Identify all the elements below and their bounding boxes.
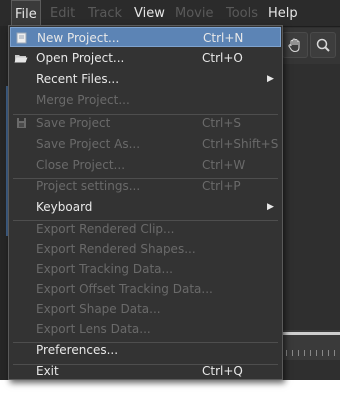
menu-item-label: Open Project... (36, 51, 125, 65)
menu-item-shortcut: Ctrl+Shift+S (202, 137, 279, 151)
application-window: File Edit Track View Movie Tools Help Ne… (0, 0, 363, 395)
menu-item-label: Export Lens Data... (36, 322, 151, 336)
toolbar (278, 28, 340, 64)
zoom-icon[interactable] (310, 32, 336, 58)
menu-item-shortcut: Ctrl+Q (202, 364, 243, 378)
menu-item-project-settings[interactable]: Project settings... Ctrl+P (10, 176, 281, 196)
menu-item-label: Project settings... (36, 179, 141, 193)
menu-help[interactable]: Help (268, 0, 298, 26)
menu-item-label: Close Project... (36, 158, 126, 172)
menu-item-label: Recent Files... (36, 72, 120, 86)
menu-item-export-offset-tracking-data[interactable]: Export Offset Tracking Data... (10, 279, 281, 299)
menu-item-shortcut: Ctrl+N (203, 31, 244, 45)
menu-item-recent-files[interactable]: Recent Files... ▶ (10, 69, 281, 89)
menubar: File Edit Track View Movie Tools Help (0, 0, 340, 27)
submenu-arrow-icon: ▶ (267, 202, 274, 212)
timeline-ticks (280, 350, 340, 356)
menu-item-label: Save Project As... (36, 137, 141, 151)
menu-view[interactable]: View (134, 0, 165, 26)
menu-track[interactable]: Track (88, 0, 122, 26)
menu-movie[interactable]: Movie (175, 0, 213, 26)
folder-open-icon (14, 52, 28, 64)
menu-item-label: New Project... (37, 31, 120, 45)
menu-item-shortcut: Ctrl+O (202, 51, 243, 65)
menu-item-label: Export Rendered Clip... (36, 222, 175, 236)
menu-item-save-project-as[interactable]: Save Project As... Ctrl+Shift+S (10, 134, 281, 154)
menu-file[interactable]: File (11, 0, 41, 26)
new-project-icon (15, 32, 29, 44)
menu-item-label: Export Offset Tracking Data... (36, 282, 213, 296)
menu-item-label: Export Tracking Data... (36, 262, 173, 276)
menu-item-shortcut: Ctrl+W (202, 158, 246, 172)
menu-item-export-rendered-shapes[interactable]: Export Rendered Shapes... (10, 239, 281, 259)
menu-item-label: Save Project (36, 116, 111, 130)
timeline-strip (280, 330, 340, 360)
menu-item-export-tracking-data[interactable]: Export Tracking Data... (10, 259, 281, 279)
menu-item-merge-project[interactable]: Merge Project... (10, 90, 281, 110)
menu-item-shortcut: Ctrl+P (202, 179, 241, 193)
menu-item-preferences[interactable]: Preferences... (10, 340, 281, 360)
submenu-arrow-icon: ▶ (267, 74, 274, 84)
menu-item-label: Keyboard (36, 200, 93, 214)
file-menu: New Project... Ctrl+N Open Project... Ct… (8, 25, 283, 380)
menu-item-close-project[interactable]: Close Project... Ctrl+W (10, 155, 281, 175)
menu-item-label: Preferences... (36, 343, 119, 357)
menu-item-shortcut: Ctrl+S (202, 116, 242, 130)
hand-icon[interactable] (282, 32, 308, 58)
timeline-line (280, 332, 340, 335)
menu-item-label: Merge Project... (36, 93, 130, 107)
menu-item-exit[interactable]: Exit Ctrl+Q (10, 361, 281, 381)
menu-item-new-project[interactable]: New Project... Ctrl+N (10, 27, 281, 47)
main-window: File Edit Track View Movie Tools Help Ne… (0, 0, 340, 380)
menu-item-label: Export Rendered Shapes... (36, 242, 196, 256)
menu-item-export-rendered-clip[interactable]: Export Rendered Clip... (10, 219, 281, 239)
menu-item-export-shape-data[interactable]: Export Shape Data... (10, 299, 281, 319)
menu-item-keyboard[interactable]: Keyboard ▶ (10, 197, 281, 217)
menu-item-label: Export Shape Data... (36, 302, 161, 316)
menu-edit[interactable]: Edit (50, 0, 75, 26)
menu-item-export-lens-data[interactable]: Export Lens Data... (10, 319, 281, 339)
menu-item-save-project[interactable]: Save Project Ctrl+S (10, 113, 281, 133)
menu-item-label: Exit (36, 364, 59, 378)
menu-tools[interactable]: Tools (226, 0, 258, 26)
save-icon (14, 117, 28, 129)
menu-item-open-project[interactable]: Open Project... Ctrl+O (10, 48, 281, 68)
